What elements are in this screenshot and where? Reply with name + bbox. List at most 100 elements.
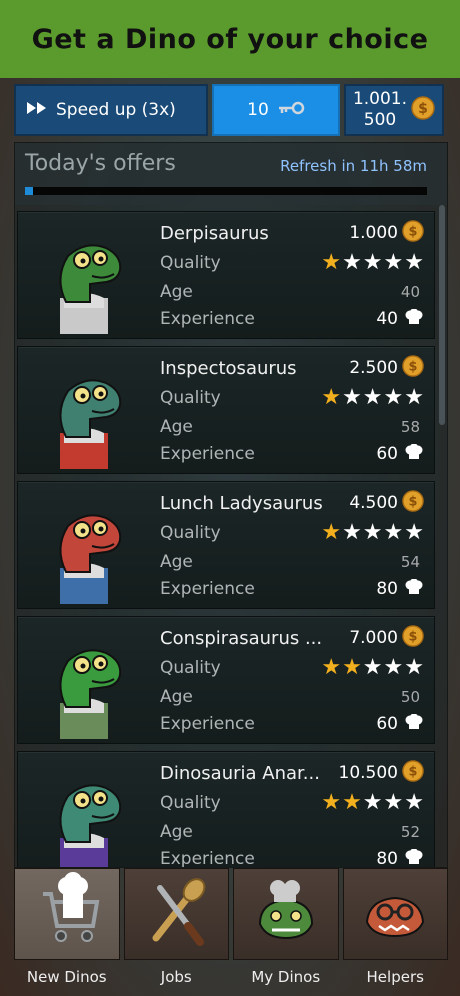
offer-card[interactable]: Conspirasaurus ... 7.000 $ Quality ★ ★ ★ ★ ★ Age 5… xyxy=(17,616,435,744)
dino-helper-icon xyxy=(355,872,435,956)
dino-age: 54 xyxy=(400,553,420,571)
star-icon: ★ xyxy=(383,250,404,275)
star-icon: ★ xyxy=(362,655,383,680)
top-bar: Speed up (3x) 10 1.001. 500 $ xyxy=(14,84,448,136)
star-icon: ★ xyxy=(383,520,404,545)
dino-portrait xyxy=(24,623,154,739)
svg-text:$: $ xyxy=(409,494,418,509)
refresh-timer: Refresh in 11h 58m xyxy=(280,157,427,175)
chef-hat-icon xyxy=(404,578,424,600)
scrollbar[interactable] xyxy=(439,205,445,425)
key-icon xyxy=(277,100,305,121)
quality-label: Quality xyxy=(160,253,221,273)
age-label: Age xyxy=(160,417,193,437)
cart-icon xyxy=(27,872,107,956)
age-label: Age xyxy=(160,552,193,572)
offers-header: Today's offers Refresh in 11h 58m xyxy=(15,143,447,205)
coin-icon: $ xyxy=(402,219,424,247)
experience-label: Experience xyxy=(160,714,255,734)
age-label: Age xyxy=(160,687,193,707)
star-icon: ★ xyxy=(321,520,342,545)
coin-icon: $ xyxy=(411,95,435,125)
experience-label: Experience xyxy=(160,579,255,599)
dino-name: Inspectosaurus xyxy=(160,357,297,379)
offers-title: Today's offers xyxy=(25,151,176,176)
dino-name: Conspirasaurus ... xyxy=(160,627,323,649)
dino-age: 52 xyxy=(400,823,420,841)
coin-icon: $ xyxy=(402,624,424,652)
coin-icon: $ xyxy=(402,354,424,382)
dino-experience: 60 xyxy=(376,443,424,465)
offers-panel: Today's offers Refresh in 11h 58m Derpis… xyxy=(14,142,448,868)
dino-price: 2.500 $ xyxy=(349,354,424,382)
dino-price: 4.500 $ xyxy=(349,489,424,517)
dino-portrait xyxy=(24,758,154,867)
offer-card[interactable]: Derpisaurus 1.000 $ Quality ★ ★ ★ ★ ★ Age 40 Experi… xyxy=(17,211,435,339)
banner-title: Get a Dino of your choice xyxy=(31,23,429,55)
quality-label: Quality xyxy=(160,388,221,408)
star-icon: ★ xyxy=(362,790,383,815)
star-icon: ★ xyxy=(383,655,404,680)
dino-experience: 40 xyxy=(376,308,424,330)
quality-label: Quality xyxy=(160,523,221,543)
star-icon: ★ xyxy=(404,520,424,545)
coin-icon: $ xyxy=(402,759,424,787)
star-icon: ★ xyxy=(321,790,342,815)
nav-helpers[interactable]: Helpers xyxy=(342,868,448,990)
knife-spoon-icon xyxy=(136,872,216,956)
dino-age: 50 xyxy=(400,688,420,706)
svg-text:$: $ xyxy=(409,764,418,779)
star-icon: ★ xyxy=(342,655,362,680)
nav-my-dinos[interactable]: My Dinos xyxy=(233,868,339,990)
dino-age: 40 xyxy=(400,283,420,301)
quality-label: Quality xyxy=(160,793,221,813)
star-icon: ★ xyxy=(321,655,342,680)
dino-name: Derpisaurus xyxy=(160,222,269,244)
offer-card[interactable]: Inspectosaurus 2.500 $ Quality ★ ★ ★ ★ ★ Age 58 Exp… xyxy=(17,346,435,474)
experience-label: Experience xyxy=(160,444,255,464)
dino-price: 1.000 $ xyxy=(349,219,424,247)
age-label: Age xyxy=(160,282,193,302)
keys-count: 10 xyxy=(247,100,269,120)
dino-portrait xyxy=(24,353,154,469)
dino-price: 7.000 $ xyxy=(349,624,424,652)
svg-text:$: $ xyxy=(409,629,418,644)
coins-amount: 1.001. 500 xyxy=(352,89,408,130)
dino-name: Dinosauria Anar... xyxy=(160,762,320,784)
age-label: Age xyxy=(160,822,193,842)
nav-label: Helpers xyxy=(366,968,424,986)
nav-new-dinos[interactable]: New Dinos xyxy=(14,868,120,990)
star-icon: ★ xyxy=(362,385,383,410)
dino-portrait xyxy=(24,488,154,604)
dino-experience: 80 xyxy=(376,578,424,600)
quality-stars: ★ ★ ★ ★ ★ xyxy=(321,792,424,814)
star-icon: ★ xyxy=(404,385,424,410)
bottom-nav: New Dinos Jobs My Dinos Helpers xyxy=(14,868,448,990)
star-icon: ★ xyxy=(342,520,362,545)
offer-card[interactable]: Lunch Ladysaurus 4.500 $ Quality ★ ★ ★ ★ ★ Age 54 E… xyxy=(17,481,435,609)
chef-hat-icon xyxy=(404,443,424,465)
star-icon: ★ xyxy=(362,250,383,275)
coins-button[interactable]: 1.001. 500 $ xyxy=(344,84,444,136)
speed-up-button[interactable]: Speed up (3x) xyxy=(14,84,208,136)
speed-up-label: Speed up (3x) xyxy=(56,100,176,120)
experience-label: Experience xyxy=(160,309,255,329)
star-icon: ★ xyxy=(321,385,342,410)
nav-jobs[interactable]: Jobs xyxy=(123,868,229,990)
nav-label: My Dinos xyxy=(251,968,321,986)
refresh-progress-bar xyxy=(25,187,427,195)
keys-button[interactable]: 10 xyxy=(212,84,340,136)
nav-label: New Dinos xyxy=(26,968,107,986)
dino-name: Lunch Ladysaurus xyxy=(160,492,323,514)
chef-hat-icon xyxy=(404,308,424,330)
quality-label: Quality xyxy=(160,658,221,678)
star-icon: ★ xyxy=(342,250,362,275)
svg-text:$: $ xyxy=(409,359,418,374)
star-icon: ★ xyxy=(342,385,362,410)
star-icon: ★ xyxy=(342,790,362,815)
offer-card[interactable]: Dinosauria Anar... 10.500 $ Quality ★ ★ ★ ★ ★ Age… xyxy=(17,751,435,868)
star-icon: ★ xyxy=(321,250,342,275)
svg-text:$: $ xyxy=(409,224,418,239)
chef-hat-icon xyxy=(404,848,424,868)
nav-label: Jobs xyxy=(160,968,192,986)
